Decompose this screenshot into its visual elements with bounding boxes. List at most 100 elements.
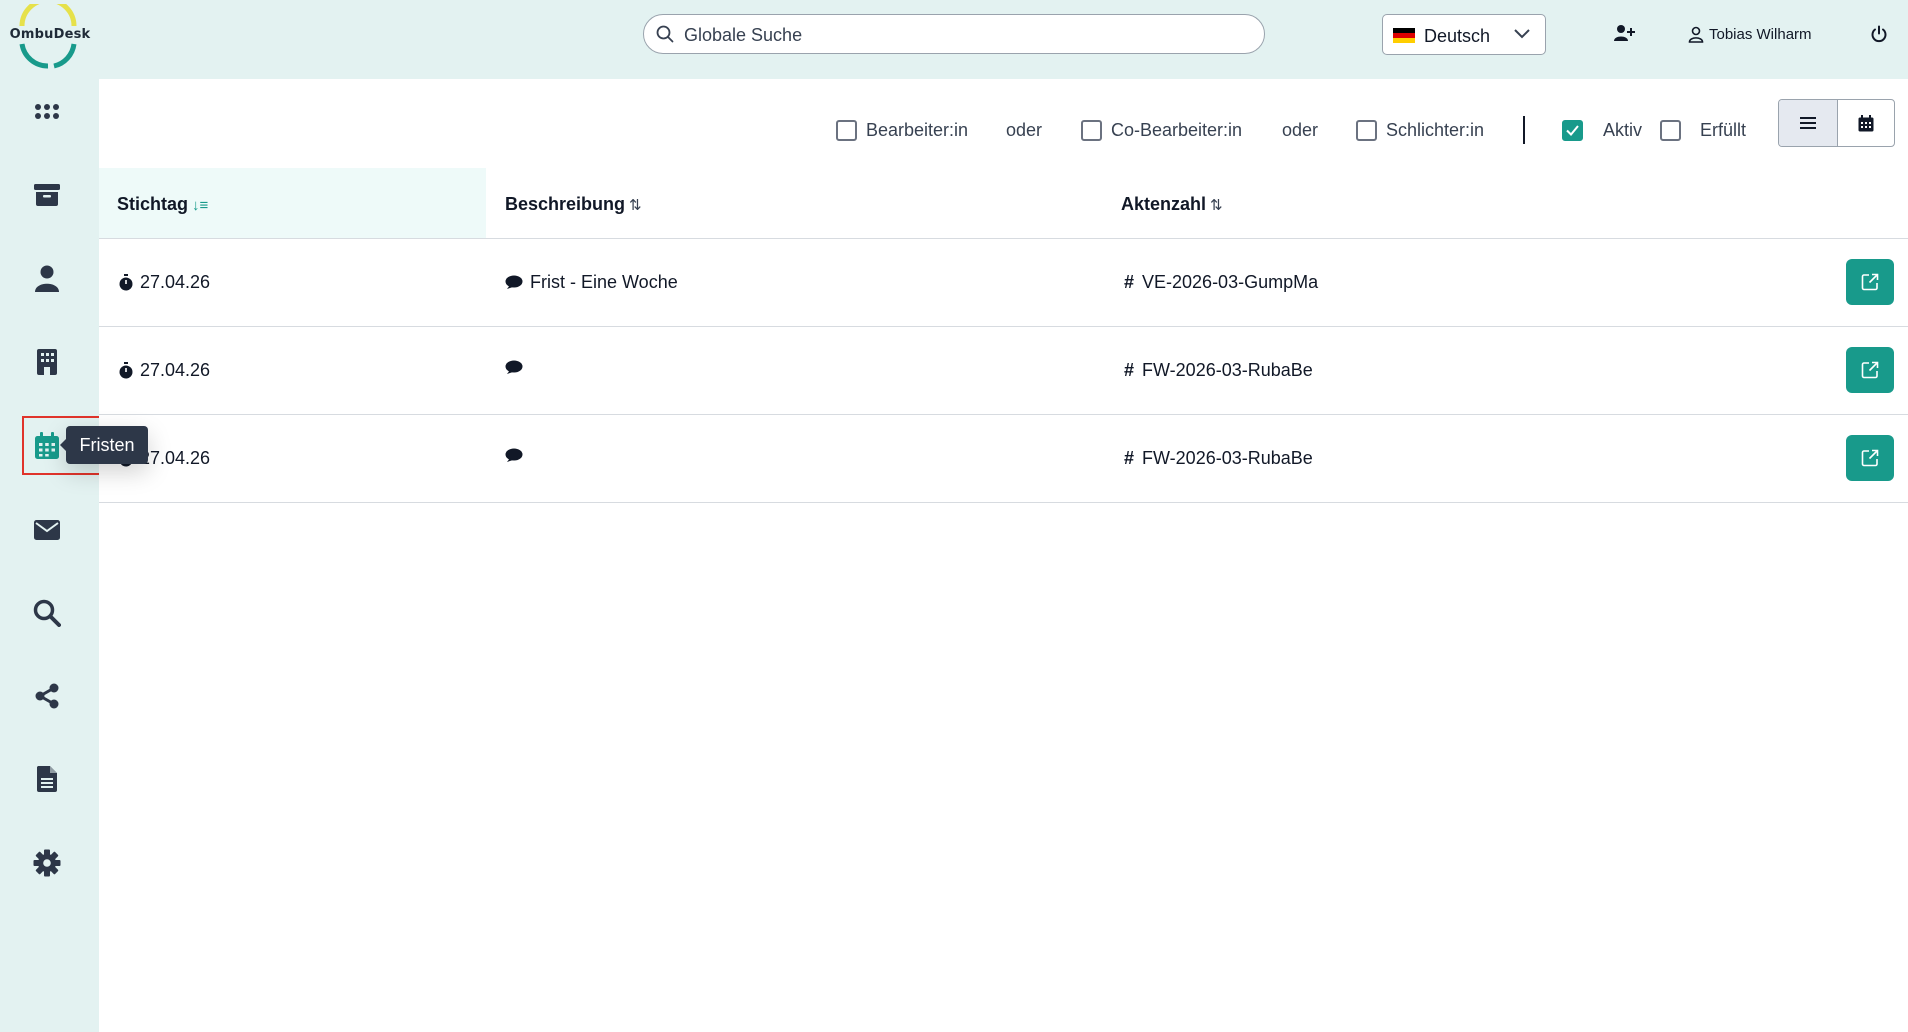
- stopwatch-icon: [119, 362, 133, 379]
- sidebar-item-dashboard[interactable]: [24, 89, 70, 135]
- case-number-text: VE-2026-03-GumpMa: [1142, 272, 1319, 292]
- document-icon: [37, 766, 57, 792]
- main-panel: Bearbeiter:in oder Co-Bearbeiter:in oder…: [99, 79, 1908, 1032]
- date-text: 27.04.26: [140, 448, 211, 468]
- sidebar-item-documents[interactable]: [24, 756, 70, 802]
- open-case-button[interactable]: [1846, 259, 1894, 305]
- user-icon: [1688, 26, 1704, 43]
- sidebar-item-organizations[interactable]: [24, 339, 70, 385]
- grid-icon: [35, 104, 59, 119]
- sidebar-item-persons[interactable]: [24, 256, 70, 302]
- search-icon: [33, 599, 61, 627]
- cell-date: 27.04.26: [119, 272, 210, 293]
- view-toggle: [1778, 99, 1895, 147]
- calendar-icon: [1858, 114, 1874, 131]
- table-row[interactable]: 27.04.26 Frist - Eine Woche # VE-2026-03…: [99, 239, 1908, 327]
- sort-icon: ⇅: [629, 197, 642, 214]
- cell-case-number: # FW-2026-03-RubaBe: [1124, 448, 1313, 469]
- sidebar-item-share[interactable]: [24, 673, 70, 719]
- comment-icon: [505, 360, 523, 374]
- calendar-icon: [35, 431, 59, 459]
- checkbox-bearbeiter[interactable]: [836, 120, 857, 141]
- checkbox-co-bearbeiter[interactable]: [1081, 120, 1102, 141]
- external-link-icon: [1861, 273, 1879, 291]
- language-select[interactable]: Deutsch: [1382, 14, 1546, 55]
- sidebar: [0, 79, 165, 1032]
- external-link-icon: [1861, 449, 1879, 467]
- app-logo[interactable]: OmbuDesk: [2, 0, 96, 70]
- column-header-stichtag[interactable]: Stichtag ↓≡: [117, 194, 208, 215]
- envelope-icon: [34, 520, 60, 540]
- label-aktiv: Aktiv: [1603, 120, 1643, 140]
- sort-icon: ⇅: [1210, 197, 1223, 214]
- table-row[interactable]: 27.04.26 # FW-2026-03-RubaBe: [99, 327, 1908, 415]
- date-text: 27.04.26: [140, 360, 211, 380]
- gear-icon: [33, 849, 61, 877]
- cell-description: [505, 448, 530, 463]
- german-flag-icon: [1393, 28, 1415, 43]
- comment-icon: [505, 275, 523, 289]
- checkbox-erfuellt[interactable]: [1660, 120, 1681, 141]
- cell-description: Frist - Eine Woche: [505, 272, 678, 293]
- archive-icon: [34, 184, 60, 206]
- search-input[interactable]: [682, 21, 1246, 49]
- share-icon: [35, 683, 59, 709]
- label-schlichter: Schlichter:in: [1386, 120, 1485, 140]
- checkmark-icon: [1566, 125, 1579, 136]
- language-label: Deutsch: [1424, 26, 1491, 46]
- cell-date: 27.04.26: [119, 360, 210, 381]
- sidebar-tooltip: Fristen: [60, 426, 148, 464]
- filter-bar: Bearbeiter:in oder Co-Bearbeiter:in oder…: [99, 110, 1908, 150]
- comment-icon: [505, 448, 523, 462]
- label-oder-1: oder: [1006, 120, 1043, 140]
- global-search[interactable]: [643, 14, 1265, 54]
- add-user-button[interactable]: [1614, 24, 1636, 47]
- calendar-view-button[interactable]: [1837, 100, 1894, 146]
- top-bar: OmbuDesk Deutsch Tobias Wilharm: [0, 0, 1908, 79]
- table-row[interactable]: 27.04.26 # FW-2026-03-RubaBe: [99, 415, 1908, 503]
- logout-button[interactable]: [1870, 25, 1888, 48]
- cell-case-number: # VE-2026-03-GumpMa: [1124, 272, 1318, 293]
- sort-desc-icon: ↓≡: [192, 197, 209, 214]
- list-icon: [1800, 117, 1816, 129]
- list-view-button[interactable]: [1779, 100, 1838, 146]
- open-case-button[interactable]: [1846, 347, 1894, 393]
- power-icon: [1871, 25, 1887, 43]
- filter-separator: [1523, 116, 1525, 144]
- label-erfuellt: Erfüllt: [1700, 120, 1747, 140]
- label-bearbeiter: Bearbeiter:in: [866, 120, 969, 140]
- open-case-button[interactable]: [1846, 435, 1894, 481]
- column-label-stichtag: Stichtag: [117, 194, 189, 214]
- sidebar-item-messages[interactable]: [24, 507, 70, 553]
- table-header: Stichtag ↓≡ Beschreibung ⇅ Aktenzahl ⇅: [99, 168, 1908, 239]
- label-oder-2: oder: [1282, 120, 1319, 140]
- sidebar-item-settings[interactable]: [24, 840, 70, 886]
- user-icon: [35, 265, 59, 292]
- column-label-aktenzahl: Aktenzahl: [1121, 194, 1207, 214]
- sidebar-item-archive[interactable]: [24, 172, 70, 218]
- column-header-aktenzahl[interactable]: Aktenzahl ⇅: [1121, 194, 1223, 215]
- sidebar-item-search[interactable]: [24, 590, 70, 636]
- checkbox-schlichter[interactable]: [1356, 120, 1377, 141]
- date-text: 27.04.26: [140, 272, 211, 292]
- stopwatch-icon: [119, 274, 133, 291]
- building-icon: [37, 349, 57, 375]
- external-link-icon: [1861, 361, 1879, 379]
- cell-case-number: # FW-2026-03-RubaBe: [1124, 360, 1313, 381]
- hash-icon: #: [1124, 448, 1135, 468]
- hash-icon: #: [1124, 272, 1135, 292]
- deadlines-table: Stichtag ↓≡ Beschreibung ⇅ Aktenzahl ⇅ 27.0…: [99, 168, 1908, 503]
- description-text: Frist - Eine Woche: [530, 272, 678, 292]
- hash-icon: #: [1124, 360, 1135, 380]
- case-number-text: FW-2026-03-RubaBe: [1142, 448, 1313, 468]
- user-plus-icon: [1614, 25, 1635, 41]
- label-co-bearbeiter: Co-Bearbeiter:in: [1111, 120, 1243, 140]
- logo-text: OmbuDesk: [9, 27, 91, 42]
- user-name: Tobias Wilharm: [1709, 26, 1812, 43]
- chevron-down-icon: [1514, 29, 1530, 39]
- cell-description: [505, 360, 530, 375]
- case-number-text: FW-2026-03-RubaBe: [1142, 360, 1313, 380]
- column-header-beschreibung[interactable]: Beschreibung ⇅: [505, 194, 642, 215]
- checkbox-aktiv[interactable]: [1562, 120, 1583, 141]
- column-label-beschreibung: Beschreibung: [505, 194, 626, 214]
